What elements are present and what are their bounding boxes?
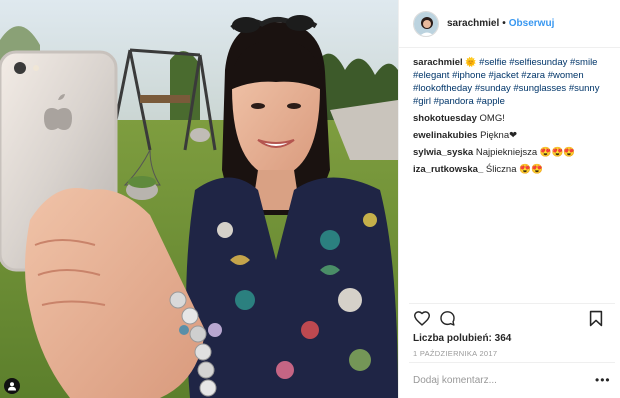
comment-username[interactable]: shokotuesday [413, 113, 477, 124]
comment-text: Najpiekniejsza 😍😍😍 [475, 147, 576, 158]
divider [409, 362, 615, 363]
heart-outline-icon[interactable] [413, 310, 431, 329]
comment-username[interactable]: iza_rutkowska_ [413, 164, 483, 175]
caption: sarachmiel 🌞 #selfie #selfiesunday #smil… [413, 56, 613, 108]
post-side-panel: sarachmiel • Obserwuj sarachmiel 🌞 #self… [398, 0, 620, 398]
post-header: sarachmiel • Obserwuj [399, 0, 620, 48]
divider [409, 303, 615, 304]
hashtag-link[interactable]: #smile [570, 57, 597, 68]
hashtag-link[interactable]: #lookoftheday [413, 83, 472, 94]
comment-text: Piękna❤ [480, 130, 518, 141]
hashtag-link[interactable]: #zara [521, 70, 545, 81]
hashtag-link[interactable]: #women [548, 70, 584, 81]
hashtag-link[interactable]: #girl [413, 96, 431, 107]
selfie-image [0, 0, 398, 398]
person-icon [8, 382, 16, 391]
hashtag-link[interactable]: #elegant [413, 70, 449, 81]
caption-username[interactable]: sarachmiel [413, 57, 463, 68]
comments-list: sarachmiel 🌞 #selfie #selfiesunday #smil… [413, 56, 613, 180]
author-username[interactable]: sarachmiel [447, 18, 499, 29]
comment-item: iza_rutkowska_ Śliczna 😍😍 [413, 163, 613, 176]
hashtag-link[interactable]: #sunday [475, 83, 511, 94]
post-photo[interactable] [0, 0, 398, 398]
hashtag-link[interactable]: #selfiesunday [509, 57, 567, 68]
hashtag-link[interactable]: #pandora [434, 96, 474, 107]
hashtag-link[interactable]: #selfie [479, 57, 506, 68]
header-separator: • [502, 18, 506, 29]
hashtag-link[interactable]: #sunny [569, 83, 600, 94]
likes-count[interactable]: Liczba polubień: 364 [413, 333, 511, 344]
avatar[interactable] [413, 10, 439, 37]
hashtag-link[interactable]: #iphone [452, 70, 486, 81]
bookmark-icon[interactable] [589, 310, 603, 330]
more-options-icon[interactable]: ••• [595, 374, 611, 386]
user-tag-icon[interactable] [4, 378, 20, 394]
speech-bubble-icon[interactable] [439, 310, 456, 330]
comment-text: Śliczna 😍😍 [485, 164, 543, 175]
follow-button[interactable]: Obserwuj [509, 18, 555, 29]
sun-emoji: 🌞 [465, 57, 477, 67]
action-bar [411, 310, 611, 330]
post-date: 1 PAŹDZIERNIKA 2017 [413, 349, 498, 358]
comment-username[interactable]: sylwia_syska [413, 147, 473, 158]
comment-text: OMG! [479, 113, 505, 124]
avatar-image [414, 11, 438, 36]
comment-item: ewelinakubies Piękna❤ [413, 129, 613, 142]
comment-username[interactable]: ewelinakubies [413, 130, 477, 141]
hashtag-link[interactable]: #apple [476, 96, 505, 107]
add-comment-input[interactable] [413, 372, 583, 388]
comment-item: shokotuesday OMG! [413, 112, 613, 125]
hashtag-link[interactable]: #sunglasses [513, 83, 566, 94]
comment-item: sylwia_syska Najpiekniejsza 😍😍😍 [413, 146, 613, 159]
hashtag-link[interactable]: #jacket [489, 70, 519, 81]
